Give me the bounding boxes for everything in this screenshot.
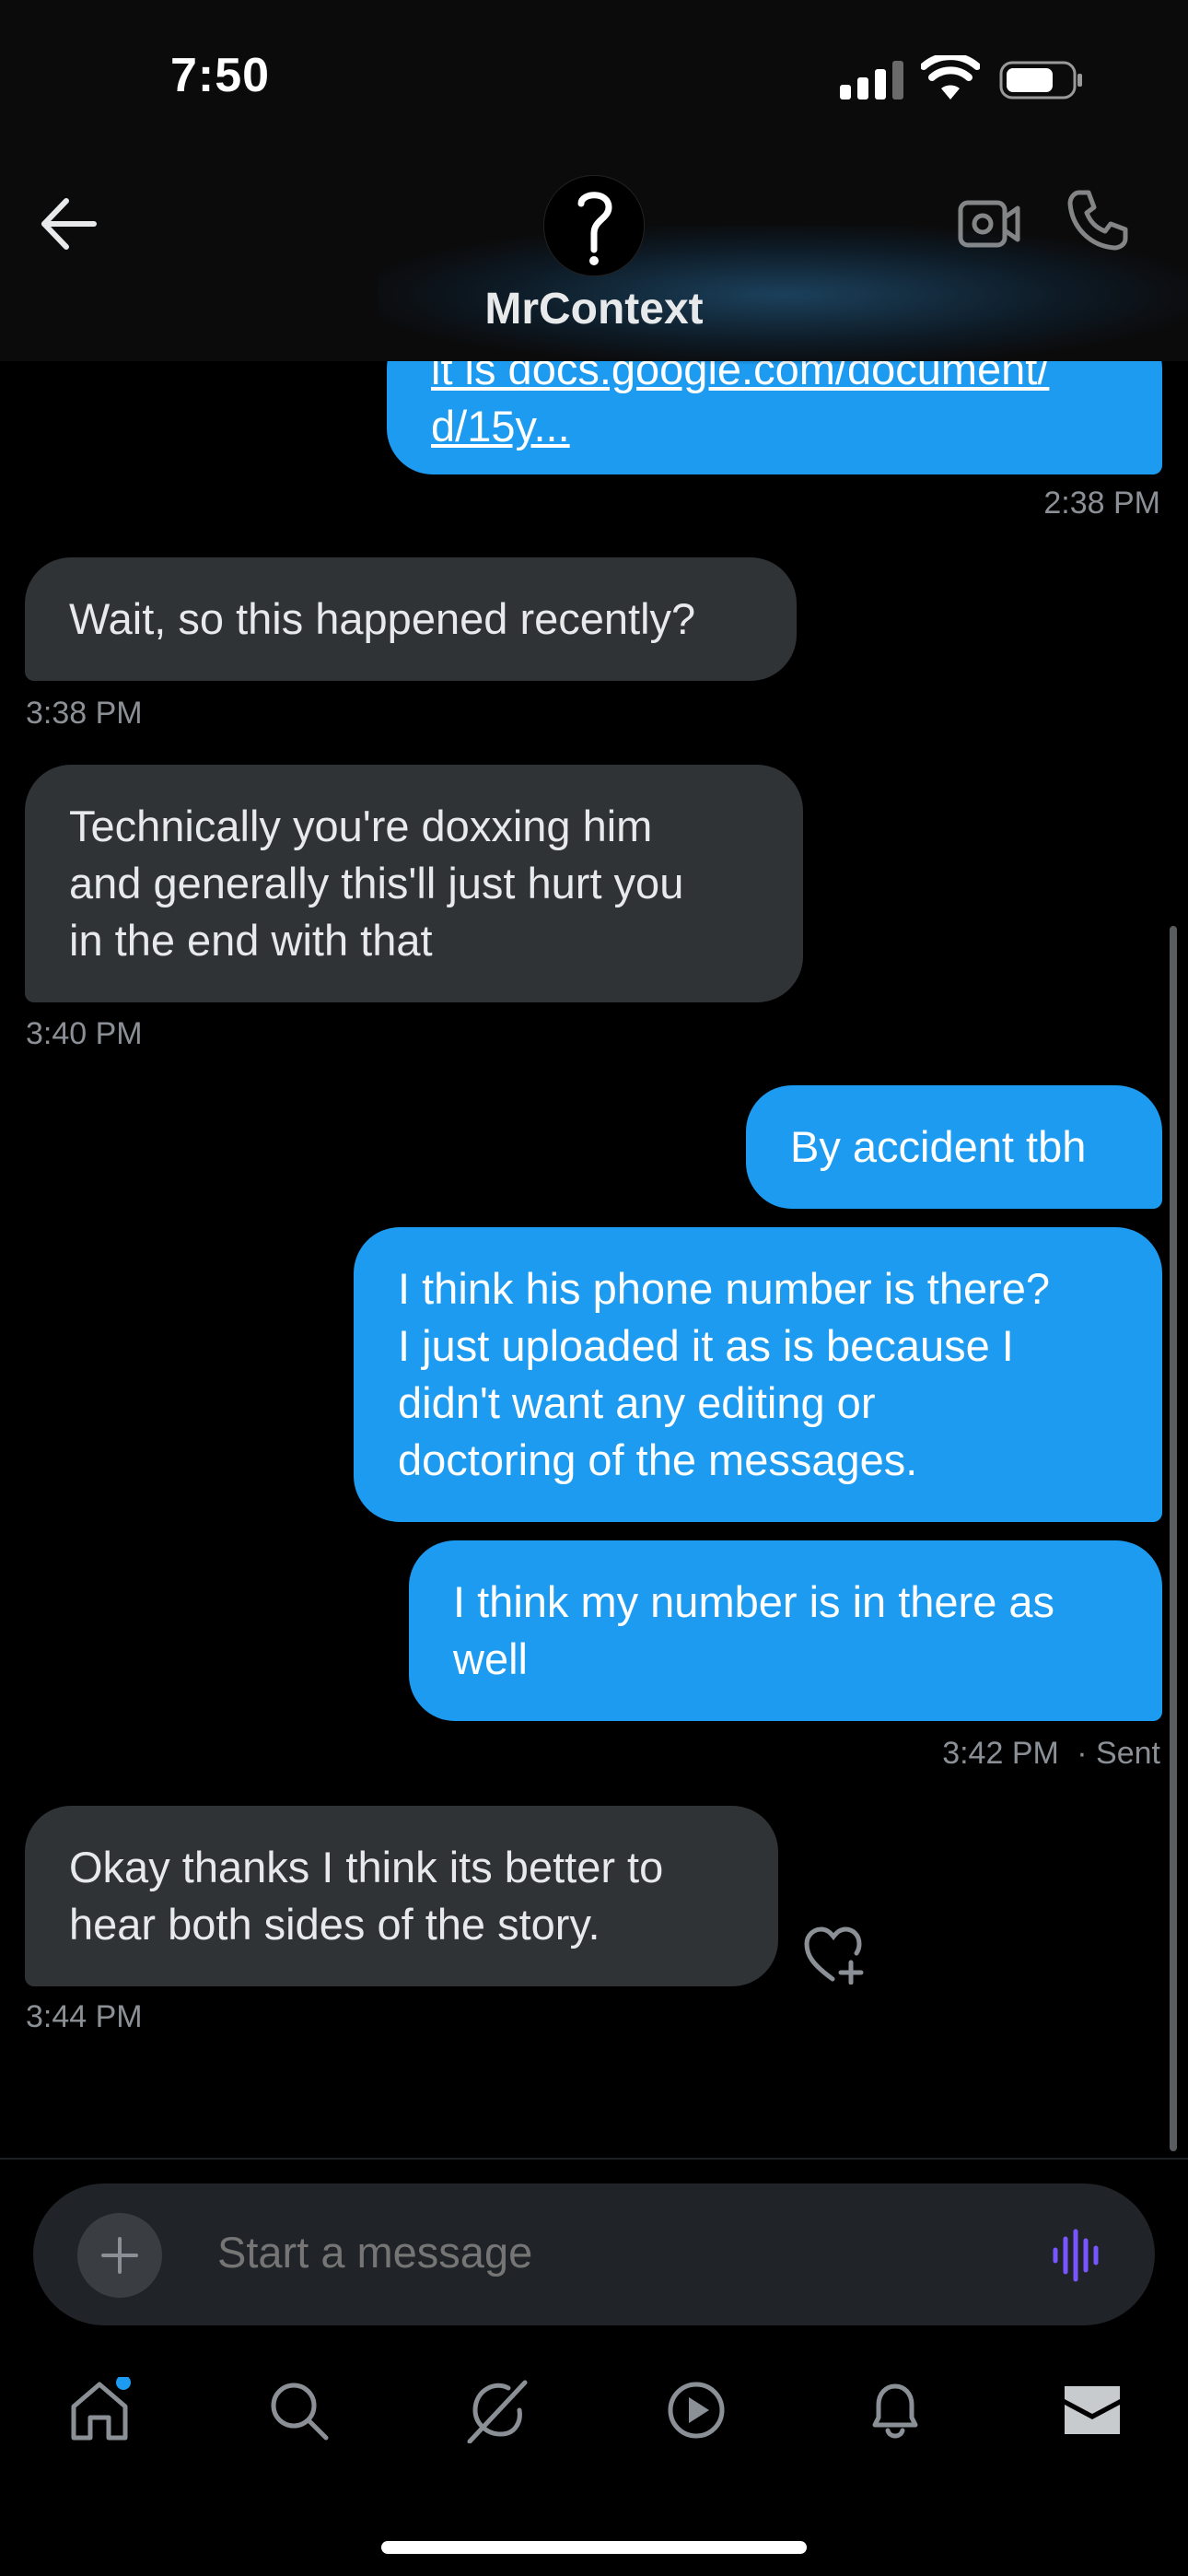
search-icon[interactable] <box>265 2377 332 2443</box>
message-text: Wait, so this happened recently? <box>69 594 696 643</box>
notifications-bell-icon[interactable] <box>862 2377 928 2443</box>
message-bubble-outgoing[interactable]: By accident tbh <box>746 1085 1162 1209</box>
message-timestamp: 3:44 PM <box>26 1999 143 2034</box>
question-mark-avatar-icon <box>577 192 612 265</box>
composer-divider <box>0 2158 1188 2160</box>
battery-icon <box>999 61 1082 100</box>
bottom-navigation <box>0 2359 1188 2469</box>
message-bubble-incoming[interactable]: Okay thanks I think its better to hear b… <box>25 1806 778 1986</box>
message-text: and generally this'll just hurt you <box>69 859 684 907</box>
message-text: I think his phone number is there? <box>398 1264 1051 1313</box>
add-attachment-button[interactable] <box>77 2213 162 2298</box>
home-indicator <box>381 2541 807 2554</box>
message-text: Technically you're doxxing him <box>69 802 653 850</box>
add-reaction-heart-icon[interactable] <box>803 1926 868 1985</box>
message-text: didn't want any editing or <box>398 1378 876 1427</box>
phone-call-icon[interactable] <box>1066 189 1129 252</box>
message-text: Okay thanks I think its better to <box>69 1843 664 1891</box>
message-text: doctoring of the messages. <box>398 1435 918 1484</box>
plus-icon <box>101 2237 138 2274</box>
message-bubble-outgoing[interactable]: I think my number is in there as well <box>409 1540 1162 1721</box>
message-timestamp: 2:38 PM <box>1043 486 1160 521</box>
video-play-icon[interactable] <box>663 2377 729 2443</box>
video-call-icon[interactable] <box>958 195 1020 252</box>
message-text: hear both sides of the story. <box>69 1900 600 1949</box>
message-text: well <box>453 1634 528 1683</box>
message-input[interactable] <box>217 2227 954 2277</box>
message-text: I think my number is in there as <box>453 1577 1055 1626</box>
back-arrow-icon[interactable] <box>37 193 101 254</box>
status-time: 7:50 <box>170 49 271 102</box>
voice-message-waveform-icon[interactable] <box>1050 2228 1105 2283</box>
contact-avatar[interactable] <box>543 175 645 276</box>
message-text: I just uploaded it as is because I <box>398 1321 1014 1370</box>
home-badge <box>116 2377 131 2390</box>
grok-icon[interactable] <box>464 2377 530 2443</box>
message-bubble-incoming[interactable]: Wait, so this happened recently? <box>25 557 797 681</box>
message-timestamp: 3:38 PM <box>26 696 143 731</box>
wifi-icon <box>921 55 980 100</box>
home-icon[interactable] <box>66 2377 133 2443</box>
messages-envelope-icon[interactable] <box>1059 2377 1125 2443</box>
scrollbar[interactable] <box>1170 926 1177 2151</box>
contact-name[interactable]: MrContext <box>0 284 1188 334</box>
message-text: in the end with that <box>69 916 433 965</box>
message-text: By accident tbh <box>790 1122 1087 1171</box>
message-bubble-incoming[interactable]: Technically you're doxxing him and gener… <box>25 765 803 1002</box>
message-link[interactable]: d/15y... <box>431 398 1118 455</box>
message-time: 3:42 PM <box>942 1736 1059 1771</box>
message-timestamp: 3:42 PM · Sent <box>942 1736 1160 1772</box>
message-status: · Sent <box>1077 1736 1160 1771</box>
message-bubble-outgoing[interactable]: I think his phone number is there? I jus… <box>354 1227 1162 1522</box>
message-timestamp: 3:40 PM <box>26 1016 143 1051</box>
cellular-signal-icon <box>840 61 904 100</box>
